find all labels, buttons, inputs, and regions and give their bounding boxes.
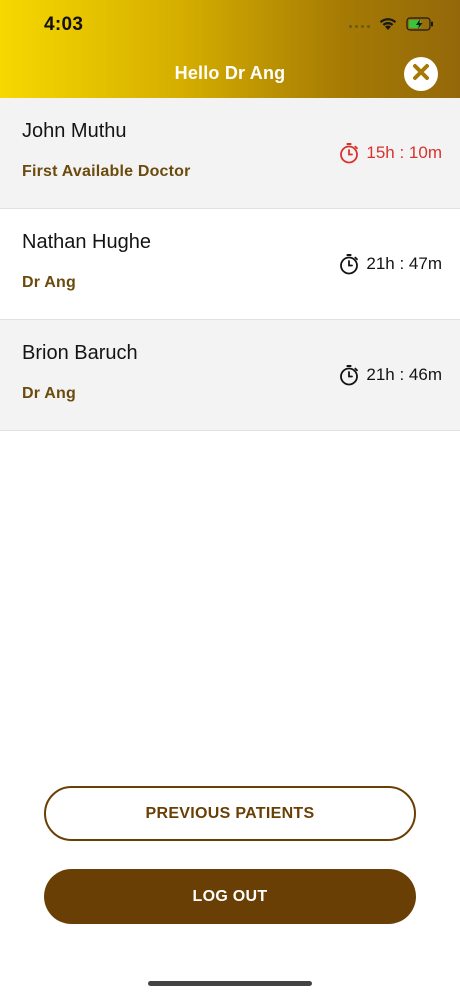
wait-timer: 15h : 10m — [338, 142, 442, 164]
wait-timer: 21h : 47m — [338, 253, 442, 275]
stopwatch-icon — [338, 253, 360, 275]
patient-name: Nathan Hughe — [22, 231, 151, 253]
assigned-doctor: Dr Ang — [22, 385, 76, 402]
wait-timer: 21h : 46m — [338, 364, 442, 386]
previous-patients-button[interactable]: PREVIOUS PATIENTS — [44, 786, 416, 841]
wait-time: 21h : 47m — [366, 254, 442, 273]
page-title: Hello Dr Ang — [174, 63, 286, 83]
status-time: 4:03 — [44, 14, 84, 35]
patient-list: John Muthu First Available Doctor 15h : … — [0, 98, 460, 431]
close-button[interactable] — [404, 57, 438, 91]
battery-charging-icon — [406, 16, 434, 36]
stopwatch-icon — [338, 364, 360, 386]
patient-row[interactable]: Nathan Hughe Dr Ang 21h : 47m — [0, 209, 460, 320]
status-icons — [349, 16, 434, 36]
patient-name: Brion Baruch — [22, 342, 138, 364]
wifi-icon — [378, 16, 398, 36]
assigned-doctor: First Available Doctor — [22, 163, 191, 180]
assigned-doctor: Dr Ang — [22, 274, 76, 291]
close-icon — [412, 63, 430, 86]
wait-time: 21h : 46m — [366, 365, 442, 384]
patient-name: John Muthu — [22, 120, 127, 142]
cellular-signal-icon — [349, 24, 370, 28]
stopwatch-icon — [338, 142, 360, 164]
patient-row[interactable]: John Muthu First Available Doctor 15h : … — [0, 98, 460, 209]
logout-button[interactable]: LOG OUT — [44, 869, 416, 924]
patient-row[interactable]: Brion Baruch Dr Ang 21h : 46m — [0, 320, 460, 431]
wait-time: 15h : 10m — [366, 143, 442, 162]
app-header: 4:03 Hello Dr Ang — [0, 0, 460, 98]
home-indicator[interactable] — [148, 981, 312, 986]
